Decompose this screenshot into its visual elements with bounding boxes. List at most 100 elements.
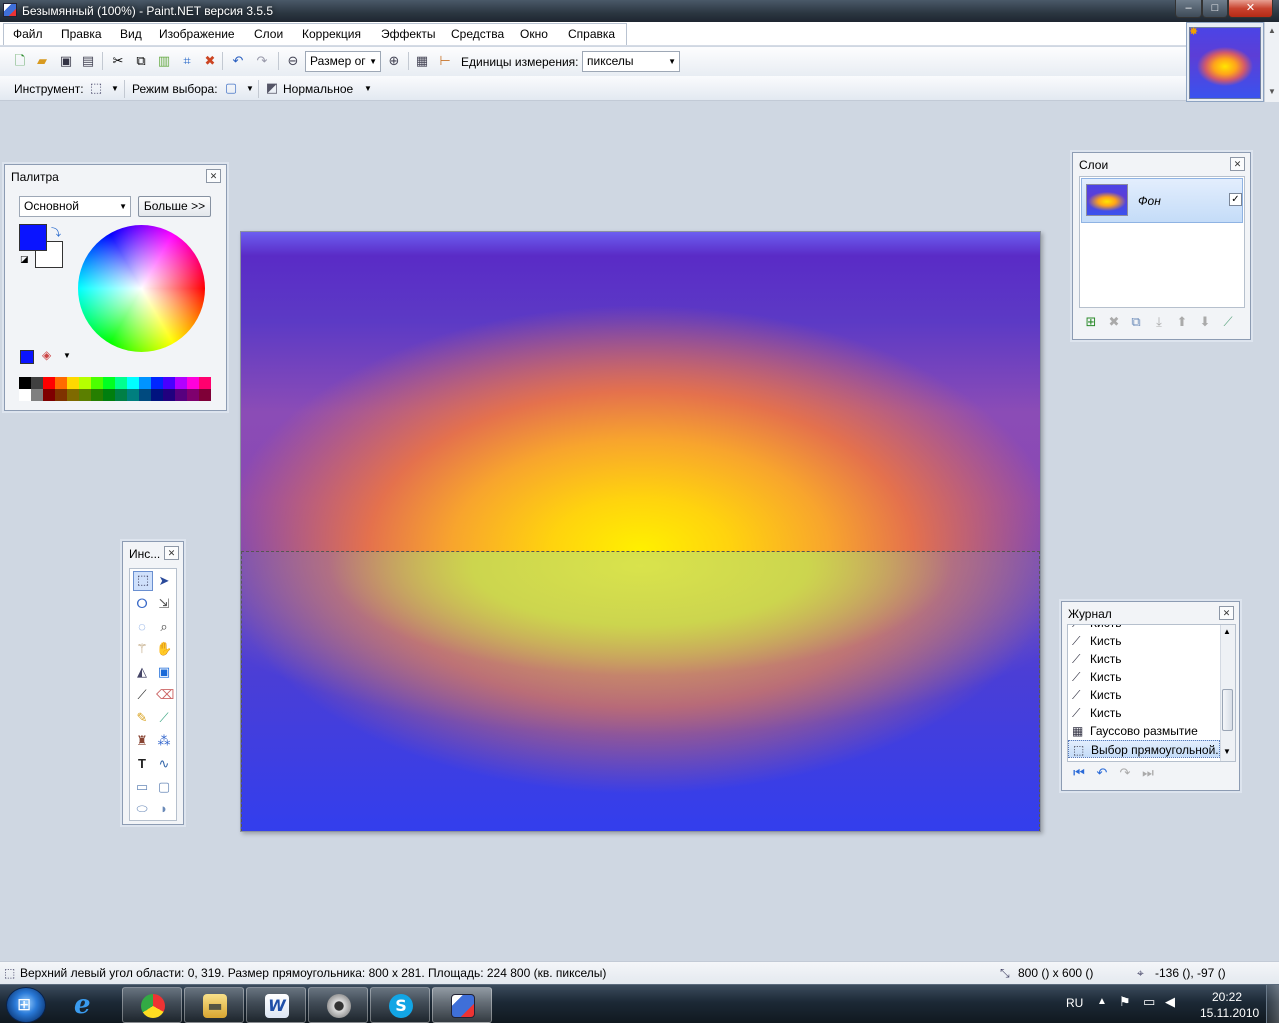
pencil-tool-icon[interactable]: ✎ [134, 710, 150, 726]
palette-options-icon[interactable]: ◈ [42, 348, 51, 362]
network-icon[interactable]: ▭ [1143, 994, 1155, 1010]
palette-swatch[interactable] [127, 389, 139, 401]
menu-adjustments[interactable]: Коррекция [302, 27, 361, 41]
taskbar-word[interactable]: W [246, 987, 306, 1023]
add-layer-icon[interactable]: ⊞ [1083, 314, 1099, 330]
internet-explorer-icon[interactable]: e [74, 991, 104, 1019]
taskbar-webcam[interactable] [308, 987, 368, 1023]
palette-swatch[interactable] [139, 377, 151, 389]
selection-mode-icon[interactable]: ▢ [223, 80, 239, 96]
palette-swatch[interactable] [55, 377, 67, 389]
scroll-thumb[interactable] [1222, 689, 1233, 731]
palette-swatch[interactable] [151, 389, 163, 401]
chevron-down-icon[interactable]: ▼ [360, 81, 376, 97]
taskbar-chrome[interactable] [122, 987, 182, 1023]
palette-swatch[interactable] [19, 377, 31, 389]
color-picker-tool-icon[interactable]: ⟋ [156, 710, 172, 726]
color-wheel[interactable] [78, 225, 205, 352]
palette-swatch[interactable] [31, 377, 43, 389]
palette-swatch[interactable] [151, 377, 163, 389]
freeform-shape-tool-icon[interactable]: ◗ [156, 801, 172, 817]
move-layer-down-icon[interactable]: ⬇ [1197, 314, 1213, 330]
language-indicator[interactable]: RU [1066, 996, 1083, 1010]
history-item[interactable]: ⟋ Кисть [1068, 668, 1220, 686]
move-selection-tool-icon[interactable]: ⇲ [156, 596, 172, 612]
units-combo[interactable]: пикселы ▼ [582, 51, 680, 72]
close-icon[interactable]: ✕ [1219, 606, 1234, 620]
maximize-button[interactable]: □ [1202, 0, 1228, 18]
palette-swatch[interactable] [43, 389, 55, 401]
clock-time[interactable]: 20:22 [1212, 990, 1242, 1004]
minimize-button[interactable]: – [1175, 0, 1202, 18]
rect-select-icon[interactable]: ⬚ [88, 80, 104, 96]
chevron-down-icon[interactable]: ▼ [107, 81, 123, 97]
zoom-tool-icon[interactable]: ⌕ [156, 619, 172, 635]
palette-swatch[interactable] [67, 377, 79, 389]
palette-swatch[interactable] [115, 377, 127, 389]
zoom-in-icon[interactable]: ⊕ [386, 53, 402, 69]
taskbar-skype[interactable]: S [370, 987, 430, 1023]
palette-swatch[interactable] [175, 389, 187, 401]
palette-mode-combo[interactable]: Основной ▼ [19, 196, 131, 217]
blend-mode-icon[interactable]: ◩ [264, 80, 280, 96]
text-tool-icon[interactable]: T [134, 756, 150, 772]
history-item[interactable]: ⬚ Выбор прямоугольной... [1068, 740, 1220, 758]
image-thumbnail[interactable]: ✸ [1186, 22, 1264, 102]
merge-layer-icon[interactable]: ⤓ [1151, 314, 1167, 330]
palette-swatch[interactable] [163, 389, 175, 401]
chevron-up-icon[interactable]: ▲ [1223, 627, 1231, 636]
menu-effects[interactable]: Эффекты [381, 27, 436, 41]
zoom-combo[interactable]: Размер ог ▼ [305, 51, 381, 72]
paintbrush-tool-icon[interactable]: ⟋ [134, 687, 150, 703]
thumbnail-scrollbar[interactable]: ▲ ▼ [1264, 22, 1279, 102]
paste-icon[interactable]: ▥ [156, 53, 172, 69]
palette-swatch[interactable] [43, 377, 55, 389]
palette-swatch[interactable] [199, 389, 211, 401]
palette-swatch[interactable] [67, 389, 79, 401]
palette-swatch[interactable] [163, 377, 175, 389]
swap-colors-icon[interactable]: ⤵ [51, 224, 61, 239]
crop-icon[interactable]: ⌗ [179, 53, 195, 69]
palette-swatch[interactable] [175, 377, 187, 389]
history-undo-icon[interactable]: ↶ [1094, 765, 1110, 781]
menu-layers[interactable]: Слои [254, 27, 283, 41]
copy-icon[interactable]: ⧉ [133, 53, 149, 69]
delete-layer-icon[interactable]: ✖ [1106, 314, 1122, 330]
move-selected-tool-icon[interactable]: ➤ [156, 573, 172, 589]
ellipse-tool-icon[interactable]: ⬭ [134, 801, 150, 817]
palette-swatch[interactable] [115, 389, 127, 401]
taskbar-paintnet[interactable] [432, 987, 492, 1023]
ellipse-select-tool-icon[interactable]: ◌ [134, 619, 150, 635]
close-icon[interactable]: ✕ [164, 546, 179, 560]
show-desktop-button[interactable] [1266, 985, 1279, 1023]
rounded-rectangle-tool-icon[interactable]: ▢ [156, 779, 172, 795]
layer-properties-icon[interactable]: ⟋ [1220, 314, 1236, 330]
action-center-flag-icon[interactable]: ⚑ [1119, 994, 1131, 1010]
close-icon[interactable]: ✕ [206, 169, 221, 183]
new-icon[interactable]: 🗋 [12, 53, 28, 69]
palette-swatch[interactable] [187, 377, 199, 389]
history-first-icon[interactable]: ⏮ [1071, 765, 1087, 781]
menu-view[interactable]: Вид [120, 27, 142, 41]
menu-file[interactable]: Файл [13, 27, 43, 41]
palette-swatch[interactable] [91, 389, 103, 401]
palette-swatch[interactable] [103, 389, 115, 401]
magic-wand-tool-icon[interactable]: ⚚ [134, 641, 150, 657]
reset-colors-icon[interactable]: ◪ [20, 254, 29, 265]
volume-icon[interactable]: ◀ [1165, 994, 1175, 1010]
add-color-icon[interactable] [20, 350, 34, 364]
history-item[interactable]: ⟋ Кисть [1068, 650, 1220, 668]
close-button[interactable]: ✕ [1228, 0, 1273, 18]
palette-swatch[interactable] [91, 377, 103, 389]
layer-visible-checkbox[interactable]: ✓ [1229, 193, 1242, 206]
history-item[interactable]: ⟋ Кисть [1068, 625, 1220, 632]
history-item[interactable]: ⟋ Кисть [1068, 704, 1220, 722]
palette-swatch[interactable] [19, 389, 31, 401]
history-item[interactable]: ⟋ Кисть [1068, 632, 1220, 650]
gradient-tool-icon[interactable]: ▣ [156, 664, 172, 680]
palette-swatch[interactable] [103, 377, 115, 389]
cut-icon[interactable]: ✂ [110, 53, 126, 69]
lasso-tool-icon[interactable]: ⵔ [134, 596, 150, 612]
history-redo-icon[interactable]: ↷ [1117, 765, 1133, 781]
palette-swatch[interactable] [55, 389, 67, 401]
